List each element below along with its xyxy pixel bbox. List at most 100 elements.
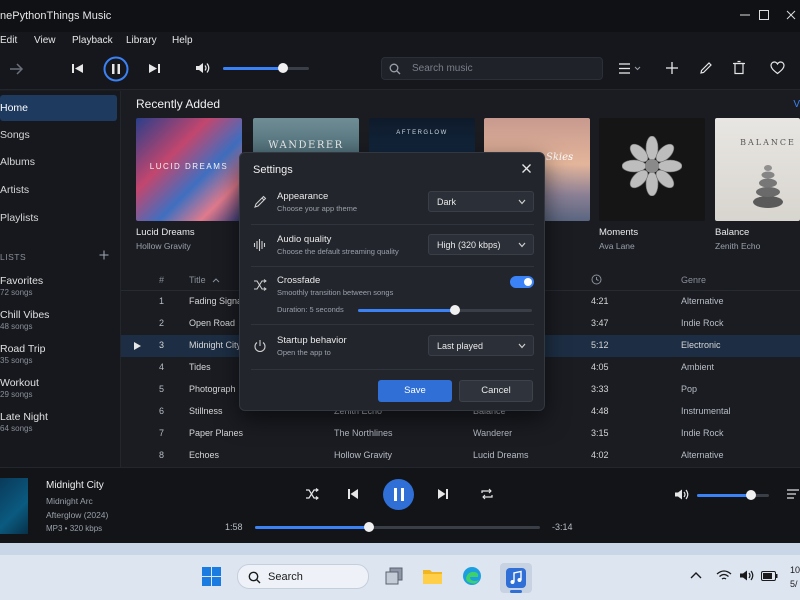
clock-time[interactable]: 10 <box>790 565 800 575</box>
track-genre: Ambient <box>681 362 715 372</box>
file-explorer-icon[interactable] <box>422 567 443 585</box>
next-icon[interactable] <box>148 62 161 75</box>
battery-icon[interactable] <box>761 571 778 581</box>
column-title[interactable]: Title <box>189 275 206 285</box>
column-genre[interactable]: Genre <box>681 275 706 285</box>
volume-knob[interactable] <box>746 490 756 500</box>
cancel-button[interactable]: Cancel <box>459 380 533 402</box>
album-card[interactable]: LUCID DREAMS Lucid Dreams Hollow Gravity <box>136 118 242 251</box>
chevron-down-icon <box>518 343 526 349</box>
menu-playback[interactable]: Playback <box>72 35 113 46</box>
menu-view[interactable]: View <box>34 35 56 46</box>
sidebar-item-albums[interactable]: Albums <box>0 149 117 175</box>
next-track-icon[interactable] <box>437 488 449 500</box>
duration-clock-icon[interactable] <box>591 274 602 285</box>
play-pause-button[interactable] <box>383 479 414 510</box>
edge-browser-icon[interactable] <box>462 566 482 586</box>
save-button[interactable]: Save <box>378 380 452 402</box>
sidebar-item-artists[interactable]: Artists <box>0 177 117 203</box>
player-volume-slider[interactable] <box>697 490 769 500</box>
close-icon[interactable] <box>784 8 798 22</box>
chevron-down-icon <box>518 199 526 205</box>
setting-label: Audio quality <box>277 234 332 245</box>
wifi-icon[interactable] <box>716 569 732 582</box>
track-number: 3 <box>159 340 165 350</box>
table-row[interactable]: 8 Echoes Hollow Gravity Lucid Dreams 4:0… <box>121 445 800 467</box>
progress-slider[interactable] <box>255 522 540 532</box>
menu-library[interactable]: Library <box>126 35 157 46</box>
queue-icon[interactable] <box>786 488 800 500</box>
clock-date[interactable]: 5/ <box>790 579 798 589</box>
sidebar-item-playlists[interactable]: Playlists <box>0 205 117 231</box>
start-menu-icon[interactable] <box>202 567 221 586</box>
startup-select[interactable]: Last played <box>428 335 534 356</box>
edit-icon[interactable] <box>699 61 713 75</box>
pause-button[interactable] <box>103 56 129 82</box>
show-hidden-icons-chevron[interactable] <box>690 571 702 579</box>
volume-icon[interactable] <box>674 488 690 501</box>
sort-ascending-icon <box>212 278 220 283</box>
audio-quality-select[interactable]: High (320 kbps) <box>428 234 534 255</box>
speaker-icon[interactable] <box>739 569 755 582</box>
taskbar-search-label: Search <box>268 571 303 583</box>
track-title: Paper Planes <box>189 428 244 438</box>
track-time: 5:12 <box>591 340 609 350</box>
track-number: 8 <box>159 450 165 460</box>
task-view-icon[interactable] <box>385 567 403 585</box>
track-title: Midnight City <box>189 340 241 350</box>
theme-select[interactable]: Dark <box>428 191 534 212</box>
close-icon[interactable] <box>521 163 532 174</box>
menu-help[interactable]: Help <box>172 35 193 46</box>
duration-knob[interactable] <box>450 305 461 315</box>
heart-icon[interactable] <box>770 61 785 75</box>
music-app-taskbar-button[interactable] <box>500 563 532 593</box>
repeat-icon[interactable] <box>480 487 494 501</box>
search-input[interactable]: Search music <box>381 57 603 80</box>
crossfade-toggle[interactable] <box>510 276 534 288</box>
crossfade-duration-slider[interactable] <box>358 305 532 315</box>
toolbar-volume-slider[interactable] <box>223 63 309 73</box>
menu-edit[interactable]: Edit <box>0 35 17 46</box>
table-row[interactable]: 7 Paper Planes The Northlines Wanderer 3… <box>121 423 800 445</box>
setting-audio-quality: Audio quality Choose the default streami… <box>251 234 534 266</box>
sidebar-item-label: Playlists <box>0 212 39 224</box>
track-title: Stillness <box>189 406 223 416</box>
progress-fill <box>255 526 369 529</box>
sidebar-item-home[interactable]: Home <box>0 95 117 121</box>
waveform-icon <box>253 239 266 251</box>
album-card[interactable]: BALANCE Balance Zenith Echo <box>715 118 800 251</box>
previous-icon[interactable] <box>71 62 84 75</box>
sidebar-item-songs[interactable]: Songs <box>0 122 117 148</box>
add-playlist-icon[interactable] <box>99 250 109 260</box>
taskbar-search[interactable]: Search <box>237 564 369 589</box>
track-album: Lucid Dreams <box>473 450 529 460</box>
minimize-icon[interactable] <box>738 8 752 22</box>
maximize-icon[interactable] <box>757 8 771 22</box>
sidebar-item-label: Artists <box>0 184 30 196</box>
delete-icon[interactable] <box>732 60 746 75</box>
previous-track-icon[interactable] <box>347 488 359 500</box>
track-number: 5 <box>159 384 165 394</box>
playlist-name: Road Trip <box>0 343 46 355</box>
toggle-knob <box>524 278 532 286</box>
album-art: BALANCE <box>715 118 800 221</box>
album-artist: Hollow Gravity <box>136 241 191 251</box>
progress-knob[interactable] <box>364 522 374 532</box>
shuffle-icon[interactable] <box>305 488 319 500</box>
volume-icon[interactable] <box>195 61 211 75</box>
volume-knob[interactable] <box>278 63 289 73</box>
list-view-icon[interactable] <box>618 62 642 75</box>
album-card[interactable]: Moments Ava Lane <box>599 118 705 251</box>
chevron-down-icon <box>518 242 526 248</box>
album-name: Balance <box>715 227 750 238</box>
view-all-link[interactable]: V <box>793 99 800 110</box>
column-number[interactable]: # <box>159 275 164 285</box>
crossfade-icon <box>254 279 267 291</box>
divider <box>251 266 534 267</box>
stones-graphic <box>753 165 783 208</box>
active-indicator <box>510 590 522 593</box>
add-icon[interactable] <box>665 61 679 75</box>
now-playing-artist: Midnight Arc <box>46 496 93 506</box>
forward-arrow-icon[interactable] <box>8 61 24 77</box>
setting-description: Open the app to <box>277 348 331 357</box>
